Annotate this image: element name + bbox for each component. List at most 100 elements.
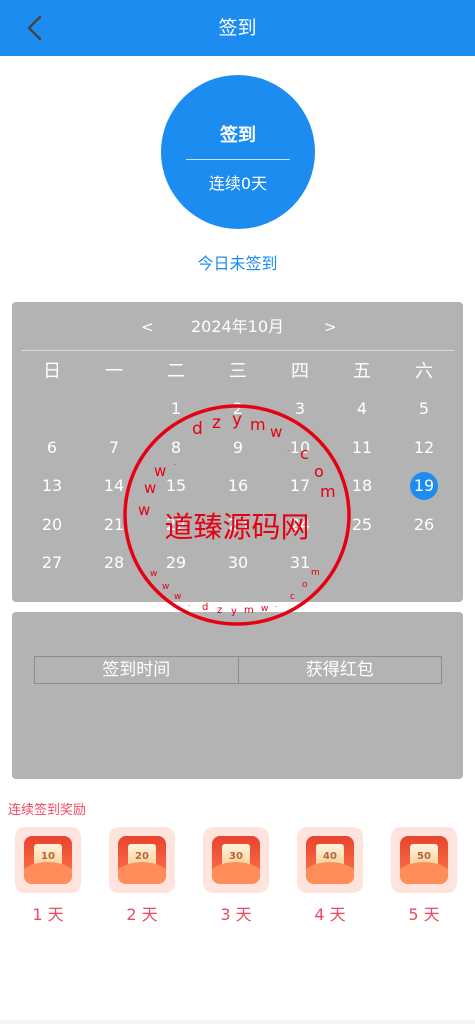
- svg-text:.: .: [275, 601, 277, 609]
- calendar-day-number: 7: [108, 437, 120, 457]
- reward-day-label: 4 天: [314, 905, 346, 924]
- calendar-day[interactable]: 1: [145, 390, 207, 429]
- calendar-day-number: 5: [418, 399, 430, 418]
- calendar-day-number: 22: [165, 514, 187, 534]
- calendar-day-number: 2: [232, 399, 244, 418]
- calendar: < 2024年10月 > 日 一 二 三 四 五 六 1 2 3 4 5 6 7 8 9 10 11…: [12, 302, 463, 602]
- calendar-day[interactable]: 17: [269, 467, 331, 506]
- signin-button[interactable]: 签到 连续0天: [161, 75, 315, 229]
- reward-item[interactable]: 40 4 天: [297, 827, 363, 927]
- envelope-flap: [212, 862, 260, 884]
- calendar-day[interactable]: 18: [331, 467, 393, 506]
- calendar-day[interactable]: 11: [331, 429, 393, 468]
- calendar-day[interactable]: 8: [145, 429, 207, 468]
- weekday-label: 三: [229, 361, 247, 382]
- envelope-flap: [118, 862, 166, 884]
- calendar-week: 13 14 15 16 17 18 19: [21, 467, 455, 506]
- reward-item[interactable]: 30 3 天: [203, 827, 269, 927]
- reward-tile: 20: [109, 827, 175, 893]
- weekday-label: 五: [353, 361, 371, 382]
- records-table-header: 签到时间 获得红包: [34, 656, 442, 684]
- calendar-day[interactable]: 25: [331, 506, 393, 545]
- calendar-day-number: 17: [289, 476, 311, 496]
- weekday-header: 日 一 二 三 四 五 六: [21, 354, 455, 390]
- reward-tile: 10: [15, 827, 81, 893]
- reward-item[interactable]: 20 2 天: [109, 827, 175, 927]
- calendar-empty-cell: [331, 544, 393, 583]
- calendar-day[interactable]: 30: [207, 544, 269, 583]
- calendar-day[interactable]: 16: [207, 467, 269, 506]
- calendar-day-number: 20: [41, 514, 63, 534]
- calendar-day[interactable]: 24: [269, 506, 331, 545]
- calendar-day[interactable]: 5: [393, 390, 455, 429]
- calendar-day-number: 14: [103, 476, 125, 496]
- calendar-day[interactable]: 2: [207, 390, 269, 429]
- signin-divider: [186, 159, 290, 160]
- calendar-day-number: 12: [413, 437, 435, 457]
- calendar-day[interactable]: 21: [83, 506, 145, 545]
- calendar-day[interactable]: 10: [269, 429, 331, 468]
- reward-item[interactable]: 10 1 天: [15, 827, 81, 927]
- top-bar: 签到: [0, 0, 475, 56]
- calendar-day[interactable]: 15: [145, 467, 207, 506]
- calendar-day-number: 23: [227, 514, 249, 534]
- signin-records: 签到时间 获得红包: [12, 612, 463, 779]
- calendar-day[interactable]: 7: [83, 429, 145, 468]
- red-envelope-icon: 30: [212, 836, 260, 884]
- envelope-flap: [306, 862, 354, 884]
- calendar-month-title: 2024年10月: [190, 317, 285, 336]
- calendar-day[interactable]: 29: [145, 544, 207, 583]
- calendar-day[interactable]: 27: [21, 544, 83, 583]
- reward-day-label: 1 天: [32, 905, 64, 924]
- calendar-day-number: 3: [294, 399, 306, 418]
- calendar-day[interactable]: 9: [207, 429, 269, 468]
- signin-button-label: 签到: [220, 125, 256, 146]
- calendar-day[interactable]: 22: [145, 506, 207, 545]
- reward-day-label: 2 天: [126, 905, 158, 924]
- signin-status: 今日未签到: [197, 254, 278, 273]
- calendar-day-number: 13: [41, 476, 63, 496]
- calendar-day[interactable]: 3: [269, 390, 331, 429]
- calendar-day[interactable]: 6: [21, 429, 83, 468]
- calendar-week: 6 7 8 9 10 11 12: [21, 429, 455, 468]
- weekday-label: 日: [43, 361, 61, 382]
- calendar-day-number: 8: [170, 437, 182, 457]
- calendar-weeks: 1 2 3 4 5 6 7 8 9 10 11 12 13 14 15 16 17 18 19 20 21 22 23 24 2…: [21, 390, 455, 583]
- calendar-day[interactable]: 28: [83, 544, 145, 583]
- calendar-day-number: 18: [351, 476, 373, 496]
- calendar-day-today[interactable]: 19: [393, 467, 455, 506]
- calendar-day[interactable]: 14: [83, 467, 145, 506]
- calendar-day[interactable]: 26: [393, 506, 455, 545]
- envelope-flap: [400, 862, 448, 884]
- calendar-empty-cell: [393, 544, 455, 583]
- calendar-day[interactable]: 31: [269, 544, 331, 583]
- calendar-day-number: 30: [227, 553, 249, 573]
- reward-item[interactable]: 50 5 天: [391, 827, 457, 927]
- page: 签到 签到 连续0天 今日未签到 < 2024年10月 > 日 一 二 三 四 …: [0, 0, 475, 1020]
- calendar-day-number: 27: [41, 553, 63, 573]
- weekday-label: 一: [105, 361, 123, 382]
- red-envelope-icon: 40: [306, 836, 354, 884]
- calendar-day[interactable]: 20: [21, 506, 83, 545]
- red-envelope-icon: 20: [118, 836, 166, 884]
- page-title: 签到: [218, 17, 257, 39]
- calendar-day[interactable]: 12: [393, 429, 455, 468]
- calendar-nav: < 2024年10月 >: [12, 314, 463, 340]
- calendar-week: 20 21 22 23 24 25 26: [21, 506, 455, 545]
- reward-tile: 40: [297, 827, 363, 893]
- column-signin-time: 签到时间: [102, 660, 171, 680]
- weekday-label: 二: [167, 361, 185, 382]
- calendar-week: 27 28 29 30 31: [21, 544, 455, 583]
- calendar-day-number: 4: [356, 399, 368, 418]
- calendar-day-number: 9: [232, 437, 244, 457]
- calendar-day-number: 11: [351, 437, 373, 457]
- calendar-divider: [21, 350, 454, 351]
- calendar-day[interactable]: 4: [331, 390, 393, 429]
- calendar-day-number: 21: [103, 514, 125, 534]
- next-month-button[interactable]: >: [324, 314, 337, 340]
- calendar-day-number: 31: [289, 553, 311, 573]
- calendar-day-number: 24: [289, 514, 311, 534]
- calendar-day[interactable]: 23: [207, 506, 269, 545]
- red-envelope-icon: 50: [400, 836, 448, 884]
- calendar-day[interactable]: 13: [21, 467, 83, 506]
